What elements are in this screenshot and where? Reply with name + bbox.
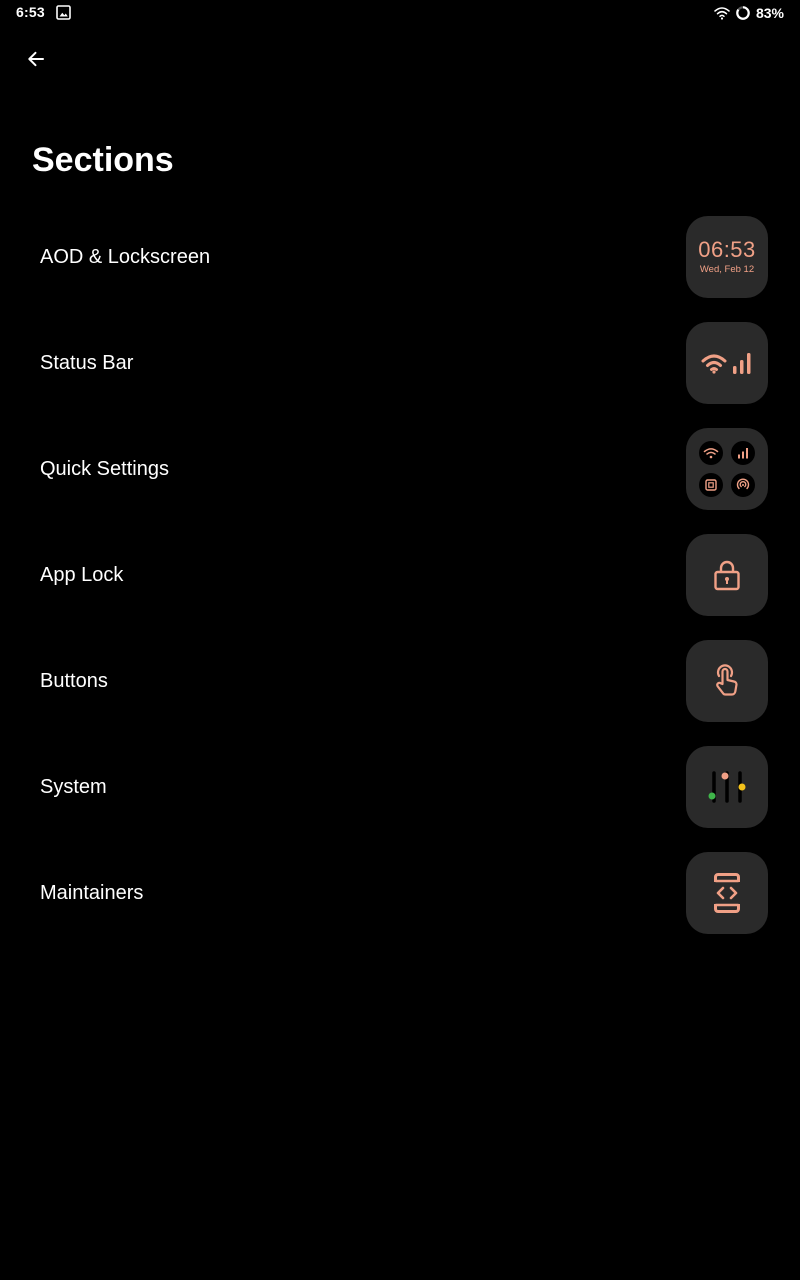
back-button[interactable] [16,39,56,79]
section-item-aod-lockscreen[interactable]: AOD & Lockscreen 06:53 Wed, Feb 12 [0,216,800,298]
preview-clock-date: Wed, Feb 12 [699,263,755,275]
section-label: Maintainers [40,882,144,904]
section-label: AOD & Lockscreen [40,246,211,268]
gallery-icon [56,5,71,20]
section-label: System [40,776,107,798]
wifi-icon [714,7,730,20]
wifi-signal-icon [701,353,751,374]
buttons-tile [686,640,768,722]
system-tile [686,746,768,828]
section-label: Status Bar [40,352,134,374]
section-item-buttons[interactable]: Buttons [0,640,800,722]
qs-wifi-icon [699,441,723,465]
section-label: Buttons [40,670,108,692]
quick-tiles-icon [699,441,755,497]
section-item-system[interactable]: System [0,746,800,828]
lock-icon [714,560,740,591]
section-item-maintainers[interactable]: Maintainers [0,852,800,934]
section-label: Quick Settings [40,458,169,480]
page-title: Sections [32,141,174,179]
section-item-app-lock[interactable]: App Lock [0,534,800,616]
code-phone-icon [714,873,740,913]
qs-hotspot-icon [731,473,755,497]
clock-preview-tile: 06:53 Wed, Feb 12 [686,216,768,298]
section-label: App Lock [40,564,124,586]
status-bar: 6:53 83% [0,0,800,26]
status-right-group: 83% [714,4,784,22]
sliders-icon [708,771,746,803]
section-item-quick-settings[interactable]: Quick Settings [0,428,800,510]
quick-settings-tile [686,428,768,510]
status-time: 6:53 [16,4,45,20]
status-bar-tile [686,322,768,404]
app-lock-tile [686,534,768,616]
section-item-status-bar[interactable]: Status Bar [0,322,800,404]
preview-clock-time: 06:53 [698,236,756,262]
battery-ring-icon [736,6,750,20]
maintainers-tile [686,852,768,934]
section-list: AOD & Lockscreen 06:53 Wed, Feb 12 Statu… [0,216,800,958]
qs-signal-icon [731,441,755,465]
touch-hand-icon [716,664,738,696]
arrow-left-icon [28,51,44,67]
battery-percent: 83% [755,5,784,21]
qs-nfc-icon [699,473,723,497]
